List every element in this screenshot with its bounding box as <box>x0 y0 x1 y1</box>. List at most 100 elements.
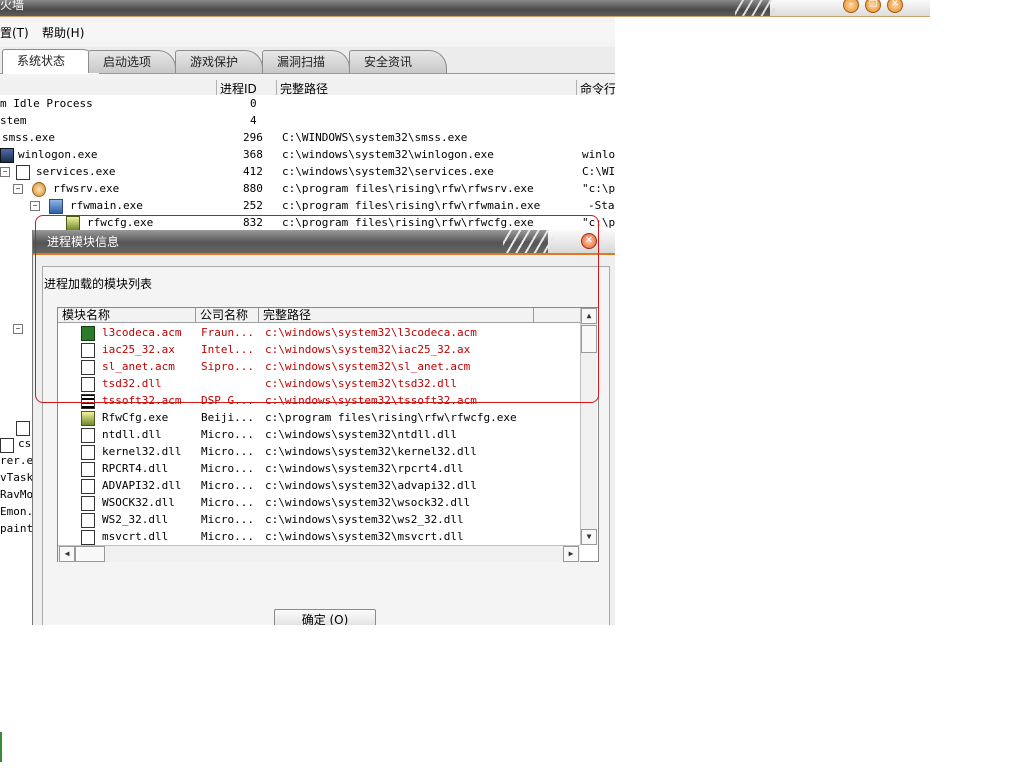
dll-file-icon <box>81 530 95 545</box>
table-row[interactable]: − rfwmain.exe 252 c:\program files\risin… <box>0 197 615 214</box>
module-name: WSOCK32.dll <box>102 496 175 509</box>
dll-file-icon <box>81 428 95 443</box>
process-name: stem <box>0 114 27 127</box>
scroll-down-icon[interactable]: ▼ <box>581 529 597 545</box>
process-cmdline: C:\WIN <box>582 165 615 178</box>
module-company: Micro... <box>201 496 254 509</box>
horizontal-scrollbar[interactable]: ◀ ▶ <box>58 545 580 562</box>
scroll-thumb[interactable] <box>75 546 105 562</box>
module-path: c:\program files\rising\rfw\rfwcfg.exe <box>265 411 517 424</box>
process-pid: 296 <box>243 131 263 144</box>
dll-file-icon <box>81 462 95 477</box>
process-pid: 368 <box>243 148 263 161</box>
process-name-fragment: cs <box>18 437 32 450</box>
process-name: m Idle Process <box>0 97 93 110</box>
process-table-header: 进程ID 完整路径 命令行 <box>0 79 615 97</box>
table-row[interactable]: − services.exe 412 c:\windows\system32\s… <box>0 163 615 180</box>
dll-file-icon <box>81 479 95 494</box>
process-pid: 880 <box>243 182 263 195</box>
process-name: services.exe <box>36 165 116 178</box>
table-row[interactable]: msvcrt.dll Micro... c:\windows\system32\ms… <box>58 528 580 545</box>
module-name: ntdll.dll <box>102 428 162 441</box>
process-pid: 4 <box>250 114 257 127</box>
module-company: Micro... <box>201 428 254 441</box>
process-cmdline: "c:\pr <box>582 182 615 195</box>
module-name: RPCRT4.dll <box>102 462 169 475</box>
table-row[interactable]: ntdll.dll Micro... c:\windows\system32\ntd… <box>58 426 580 443</box>
tab-vulnerability-scan[interactable]: 漏洞扫描 <box>262 50 350 73</box>
module-company: Beiji... <box>201 411 254 424</box>
process-path: c:\program files\rising\rfw\rfwsrv.exe <box>282 182 534 195</box>
module-name: kernel32.dll <box>102 445 182 458</box>
window-titlebar[interactable]: 火墙 – □ ✕ <box>0 0 930 17</box>
process-path: c:\windows\system32\services.exe <box>282 165 494 178</box>
process-pid: 252 <box>243 199 263 212</box>
process-name-fragment: RavMo <box>0 488 34 501</box>
module-path: c:\windows\system32\advapi32.dll <box>265 479 477 492</box>
scroll-right-icon[interactable]: ▶ <box>563 546 579 562</box>
process-pid: 0 <box>250 97 257 110</box>
process-name: rfwsrv.exe <box>53 182 120 195</box>
window-title: 火墙 <box>0 0 25 12</box>
table-row[interactable]: m Idle Process 0 <box>0 95 615 112</box>
table-row[interactable]: ADVAPI32.dll Micro... c:\windows\system32\… <box>58 477 580 494</box>
window-app-icon <box>16 421 30 436</box>
window-app-icon <box>16 165 30 180</box>
highlight-annotation <box>35 215 599 403</box>
module-path: c:\windows\system32\ws2_32.dll <box>265 513 464 526</box>
collapse-icon[interactable]: − <box>0 167 10 177</box>
rfwsrv-icon <box>32 182 46 197</box>
table-row[interactable]: WSOCK32.dll Micro... c:\windows\system32\w… <box>58 494 580 511</box>
process-path: c:\windows\system32\winlogon.exe <box>282 148 494 161</box>
module-path: c:\windows\system32\rpcrt4.dll <box>265 462 464 475</box>
process-path: c:\program files\rising\rfw\rfwmain.exe <box>282 199 541 212</box>
table-row[interactable]: smss.exe 296 C:\WINDOWS\system32\smss.ex… <box>0 129 615 146</box>
module-name: WS2_32.dll <box>102 513 169 526</box>
menu-help[interactable]: 帮助(H) <box>42 24 84 41</box>
module-company: Micro... <box>201 530 254 543</box>
module-path: c:\windows\system32\wsock32.dll <box>265 496 471 509</box>
process-name: rfwmain.exe <box>70 199 143 212</box>
module-name: ADVAPI32.dll <box>102 479 182 492</box>
process-cmdline: winlo <box>582 148 615 161</box>
dll-file-icon <box>81 513 95 528</box>
scroll-left-icon[interactable]: ◀ <box>59 546 75 562</box>
dll-file-icon <box>81 445 95 460</box>
dll-file-icon <box>81 496 95 511</box>
tab-security-news[interactable]: 安全资讯 <box>349 50 447 73</box>
table-row[interactable]: RPCRT4.dll Micro... c:\windows\system32\rp… <box>58 460 580 477</box>
tab-system-status[interactable]: 系统状态 <box>2 49 100 74</box>
table-row[interactable]: winlogon.exe 368 c:\windows\system32\win… <box>0 146 615 163</box>
module-company: Micro... <box>201 462 254 475</box>
module-company: Micro... <box>201 479 254 492</box>
process-path: C:\WINDOWS\system32\smss.exe <box>282 131 468 144</box>
window-app-icon <box>0 438 14 453</box>
table-row[interactable]: kernel32.dll Micro... c:\windows\system32\… <box>58 443 580 460</box>
ok-button[interactable]: 确定 (O) <box>274 609 376 625</box>
tab-bar: 系统状态 启动选项 游戏保护 漏洞扫描 安全资讯 <box>0 47 615 74</box>
module-name: msvcrt.dll <box>102 530 169 543</box>
rfwmain-icon <box>49 199 63 214</box>
collapse-icon[interactable]: − <box>13 184 23 194</box>
menu-settings[interactable]: 置(T) <box>0 24 29 41</box>
process-name: winlogon.exe <box>18 148 98 161</box>
module-company: Micro... <box>201 445 254 458</box>
module-path: c:\windows\system32\ntdll.dll <box>265 428 458 441</box>
process-cmdline: -Star <box>588 199 615 212</box>
tab-game-protection[interactable]: 游戏保护 <box>175 50 263 73</box>
app-icon <box>81 411 95 426</box>
module-name: RfwCfg.exe <box>102 411 169 424</box>
tab-startup-options[interactable]: 启动选项 <box>88 50 176 73</box>
collapse-icon[interactable]: − <box>30 201 40 211</box>
table-row[interactable]: stem 4 <box>0 112 615 129</box>
taskbar-edge <box>0 732 2 762</box>
table-row[interactable]: − rfwsrv.exe 880 c:\program files\rising… <box>0 180 615 197</box>
winlogon-icon <box>0 148 14 163</box>
table-row[interactable]: WS2_32.dll Micro... c:\windows\system32\ws… <box>58 511 580 528</box>
menu-bar: 置(T) 帮助(H) <box>0 22 615 42</box>
collapse-icon[interactable]: − <box>13 324 23 334</box>
table-row[interactable]: RfwCfg.exe Beiji... c:\program files\risin… <box>58 409 580 426</box>
process-pid: 412 <box>243 165 263 178</box>
module-company: Micro... <box>201 513 254 526</box>
module-path: c:\windows\system32\kernel32.dll <box>265 445 477 458</box>
